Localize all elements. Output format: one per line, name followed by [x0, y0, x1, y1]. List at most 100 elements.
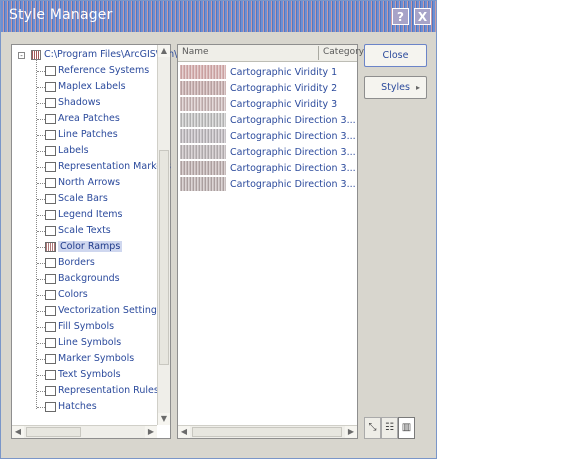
tree-item-label: Legend Items	[58, 209, 123, 220]
list-item[interactable]: Cartographic Direction 3...	[179, 160, 357, 176]
tree-item-label: Maplex Labels	[58, 81, 126, 92]
column-separator[interactable]	[318, 46, 319, 60]
folder-icon	[45, 210, 56, 220]
tree-item-label: Scale Bars	[58, 193, 108, 204]
list-header: Name Category	[178, 45, 364, 62]
tree-connector	[37, 167, 45, 168]
tree-item-label: North Arrows	[58, 177, 121, 188]
help-button[interactable]: ?	[392, 8, 409, 25]
tree-item[interactable]: Fill Symbols	[12, 319, 152, 335]
scroll-thumb[interactable]	[192, 427, 342, 437]
tree-connector	[37, 327, 45, 328]
tree-item[interactable]: Reference Systems	[12, 63, 152, 79]
tree-item-label: Colors	[58, 289, 88, 300]
tree-item[interactable]: Line Symbols	[12, 335, 152, 351]
title-bar[interactable]: Style Manager ? X	[1, 1, 436, 32]
folder-icon	[45, 338, 56, 348]
list-item[interactable]: Cartographic Direction 3...	[179, 128, 357, 144]
tree-item-label: Vectorization Settings	[58, 305, 162, 316]
tree-item[interactable]: Text Symbols	[12, 367, 152, 383]
tree-item-label: Fill Symbols	[58, 321, 115, 332]
scroll-thumb[interactable]	[159, 150, 169, 365]
tree-item-label: Labels	[58, 145, 89, 156]
scroll-right-icon[interactable]: ▶	[345, 426, 357, 438]
collapse-icon[interactable]: -	[18, 52, 25, 60]
tree-horizontal-scrollbar[interactable]: ◀ ▶	[12, 425, 157, 438]
tree-item[interactable]: Legend Items	[12, 207, 152, 223]
color-ramp-swatch	[180, 97, 226, 111]
tree-connector	[37, 119, 45, 120]
tree-root[interactable]: - C:\Program Files\ArcGIS\Bin\Styles\ESR…	[12, 47, 257, 63]
color-ramp-swatch	[180, 81, 226, 95]
tree-item[interactable]: Line Patches	[12, 127, 152, 143]
tree-connector	[37, 247, 45, 248]
list-item[interactable]: Cartographic Direction 3...	[179, 176, 357, 192]
list-item-label: Cartographic Direction 3...	[230, 147, 356, 158]
tree-item[interactable]: Colors	[12, 287, 152, 303]
list-item[interactable]: Cartographic Viridity 1	[179, 64, 357, 80]
tree-connector	[37, 343, 45, 344]
list-item[interactable]: Cartographic Viridity 3	[179, 96, 357, 112]
scroll-up-icon[interactable]: ▲	[158, 45, 170, 57]
column-name-header[interactable]: Name	[182, 47, 209, 57]
tree-item-label: Hatches	[58, 401, 97, 412]
details-view-button[interactable]: ▥	[398, 417, 415, 439]
tree-item-label: Text Symbols	[58, 369, 121, 380]
list-item[interactable]: Cartographic Direction 3...	[179, 112, 357, 128]
color-ramp-swatch	[180, 113, 226, 127]
folder-icon	[45, 178, 56, 188]
scroll-left-icon[interactable]: ◀	[12, 426, 24, 438]
tree-item[interactable]: Shadows	[12, 95, 152, 111]
folder-icon	[45, 66, 56, 76]
list-horizontal-scrollbar[interactable]: ◀ ▶	[178, 425, 357, 438]
tree-item[interactable]: Hatches	[12, 399, 152, 415]
color-ramp-swatch	[180, 145, 226, 159]
scroll-down-icon[interactable]: ▼	[158, 413, 170, 425]
list-item[interactable]: Cartographic Viridity 2	[179, 80, 357, 96]
list-item[interactable]: Cartographic Direction 3...	[179, 144, 357, 160]
large-icons-view-button[interactable]: ⤡	[364, 417, 381, 439]
list-item-label: Cartographic Viridity 1	[230, 67, 338, 78]
scroll-right-icon[interactable]: ▶	[145, 426, 157, 438]
color-ramp-swatch	[180, 129, 226, 143]
tree-item-label: Marker Symbols	[58, 353, 135, 364]
tree-item[interactable]: Area Patches	[12, 111, 152, 127]
tree-connector	[37, 359, 45, 360]
tree-item[interactable]: North Arrows	[12, 175, 152, 191]
scroll-left-icon[interactable]: ◀	[178, 426, 190, 438]
styles-button[interactable]: Styles ▸	[364, 76, 427, 99]
scroll-thumb[interactable]	[26, 427, 81, 437]
list-view-button[interactable]: ☷	[381, 417, 398, 439]
tree-item[interactable]: Marker Symbols	[12, 351, 152, 367]
styles-button-label: Styles	[381, 82, 410, 93]
close-window-button[interactable]: X	[414, 8, 431, 25]
tree-vertical-scrollbar[interactable]: ▲ ▼	[157, 45, 170, 425]
tree-connector	[37, 231, 45, 232]
folder-icon	[45, 274, 56, 284]
close-button[interactable]: Close	[364, 44, 427, 67]
tree-item[interactable]: Scale Bars	[12, 191, 152, 207]
details-icon: ▥	[401, 422, 412, 433]
color-ramp-swatch	[180, 177, 226, 191]
style-items-panel[interactable]: Name Category Cartographic Viridity 1 Car…	[177, 44, 364, 439]
tree-item[interactable]: Scale Texts	[12, 223, 152, 239]
tree-item[interactable]: Representation Markers	[12, 159, 171, 175]
tree-connector	[37, 375, 45, 376]
tree-item[interactable]: Color Ramps	[12, 239, 152, 255]
tree-item-label: Line Patches	[58, 129, 118, 140]
column-category-header[interactable]: Category	[323, 47, 364, 57]
tree-item[interactable]: Maplex Labels	[12, 79, 152, 95]
tree-connector	[37, 407, 45, 408]
tree-item[interactable]: Labels	[12, 143, 152, 159]
folder-icon	[45, 162, 56, 172]
style-tree-panel[interactable]: - C:\Program Files\ArcGIS\Bin\Styles\ESR…	[11, 44, 257, 439]
tree-item[interactable]: Borders	[12, 255, 152, 271]
tree-item[interactable]: Backgrounds	[12, 271, 152, 287]
tree-item[interactable]: Vectorization Settings	[12, 303, 162, 319]
tree-item[interactable]: Representation Rules	[12, 383, 159, 399]
tree-item-label: Area Patches	[58, 113, 120, 124]
folder-icon	[45, 194, 56, 204]
tree-item-label: Line Symbols	[58, 337, 122, 348]
folder-icon	[45, 258, 56, 268]
tree-item-label: Scale Texts	[58, 225, 111, 236]
